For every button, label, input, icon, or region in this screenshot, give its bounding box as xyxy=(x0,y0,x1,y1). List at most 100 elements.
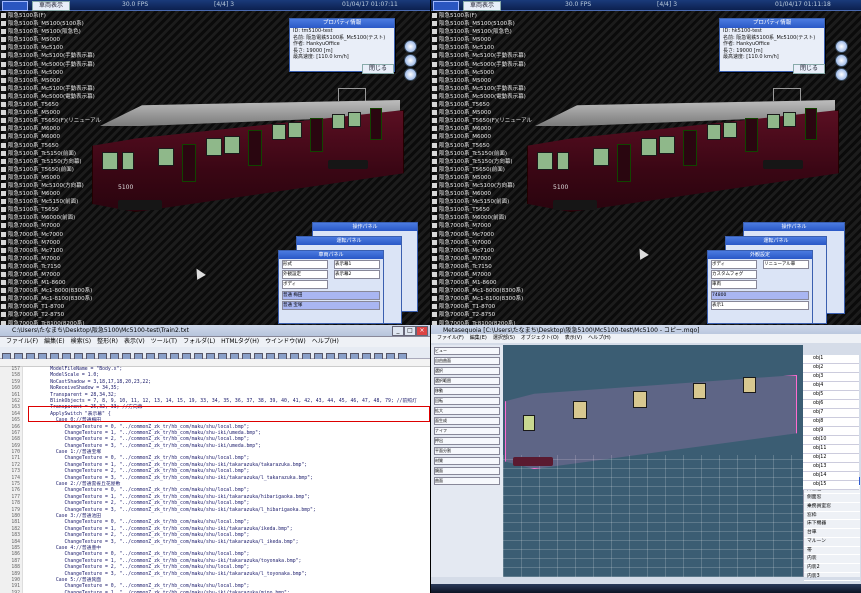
tree-item[interactable]: 阪急7000系_M7000 xyxy=(432,271,532,279)
tool-button[interactable]: 自由曲面 xyxy=(434,357,500,365)
layer-item[interactable]: obj3 xyxy=(803,373,859,382)
zoom-in-icon[interactable] xyxy=(835,40,848,53)
panel-option[interactable]: 外観設定 xyxy=(282,270,328,279)
tree-item[interactable]: 阪急5100系_M5000 xyxy=(432,36,532,44)
tree-item[interactable]: 阪急5100系_Mc5100(手動表示幕) xyxy=(432,85,532,93)
tree-item[interactable]: 阪急7000系_Mc1-8000(8300系) xyxy=(432,287,532,295)
layer-item[interactable]: obj10 xyxy=(803,436,859,445)
tab-vehicle-view[interactable]: 車両表示 xyxy=(32,1,71,11)
tree-item[interactable]: 阪急5100系_M5100(阪急色) xyxy=(1,28,101,36)
tree-item[interactable]: 阪急5100系_Mc5000(手動表示幕) xyxy=(432,61,532,69)
tree-item[interactable]: 阪急7000系_Tc7150 xyxy=(432,263,532,271)
tree-item[interactable]: 阪急5100系_Mc5150(前面) xyxy=(432,198,532,206)
material-item[interactable]: 床下機器 xyxy=(804,520,860,530)
tree-item[interactable]: 阪急5100系_Mc5100(手動表示幕) xyxy=(432,52,532,60)
3d-viewport[interactable] xyxy=(503,345,803,577)
layer-item[interactable]: obj7 xyxy=(803,409,859,418)
tree-item[interactable]: 阪急5100系_Mc5100(方向幕) xyxy=(1,182,101,190)
material-item[interactable]: 帯 xyxy=(804,547,860,556)
material-item[interactable]: 内装3 xyxy=(804,573,860,582)
layer-item[interactable]: obj13 xyxy=(803,463,859,472)
layer-item[interactable]: obj11 xyxy=(803,445,859,454)
tree-item[interactable]: 阪急5100系_T5650 xyxy=(432,142,532,150)
menu-item[interactable]: 検索(S) xyxy=(71,338,92,345)
tree-item[interactable]: 阪急5100系_M5000 xyxy=(1,77,101,85)
material-item[interactable]: 側面窓 xyxy=(804,494,860,504)
tool-button[interactable]: 移動 xyxy=(434,387,500,395)
material-item[interactable]: 窓枠 xyxy=(804,512,860,521)
tree-item[interactable]: 阪急5100系_Mc5100(手動表示幕) xyxy=(1,52,101,60)
tree-item[interactable]: 阪急7000系_T1-8700 xyxy=(1,303,101,311)
tree-item[interactable]: 阪急5100系_Mc5100(手動表示幕) xyxy=(1,85,101,93)
panel-option[interactable]: 表示幕1 xyxy=(334,260,380,269)
tool-button[interactable]: 回転 xyxy=(434,397,500,405)
destination-option[interactable]: 普通 宝塚 xyxy=(282,301,380,310)
tree-item[interactable]: 阪急7000系_T1-8700 xyxy=(432,303,532,311)
menu-item[interactable]: HTMLタグ(H) xyxy=(221,338,259,345)
tree-item[interactable]: 阪急5100系_M6000 xyxy=(1,190,101,198)
tree-item[interactable]: 阪急5100系_Mc5000(電動表示幕) xyxy=(1,93,101,101)
tree-item[interactable]: 阪急7000系_T2-8750 xyxy=(1,311,101,319)
panel-option[interactable]: ボディ xyxy=(711,260,757,269)
tree-item[interactable]: 阪急5100系_M5000 xyxy=(432,109,532,117)
tool-button[interactable]: 押出 xyxy=(434,437,500,445)
menu-item[interactable]: ファイル(F) xyxy=(437,335,464,341)
tree-item[interactable]: 阪急7000系_Mc7000 xyxy=(432,231,532,239)
tree-item[interactable]: 阪急5100系_T5650(F)(リニューアル車) xyxy=(1,117,101,125)
tree-item[interactable]: 阪急5100系_M5100(阪急色) xyxy=(432,28,532,36)
layer-item[interactable]: obj14 xyxy=(803,472,859,481)
menu-item[interactable]: ヘルプ(H) xyxy=(588,335,611,341)
tree-item[interactable]: 阪急5100系_M6000 xyxy=(1,133,101,141)
tree-item[interactable]: 阪急5100系_Mc5000(手動表示幕) xyxy=(1,61,101,69)
rotate-icon[interactable] xyxy=(835,68,848,81)
tree-item[interactable]: 阪急5100系_Mc5000 xyxy=(1,69,101,77)
tree-item[interactable]: 阪急5100系_Mc5100 xyxy=(1,44,101,52)
panel-option[interactable]: ボディ xyxy=(282,280,328,289)
zoom-out-icon[interactable] xyxy=(835,54,848,67)
tab-vehicle-view[interactable]: 車両表示 xyxy=(463,1,502,11)
layer-item[interactable]: obj15 xyxy=(803,481,859,490)
tree-item[interactable]: 阪急7000系_M7000 xyxy=(432,222,532,230)
tool-button[interactable]: 曲面 xyxy=(434,477,500,485)
tree-item[interactable]: 阪急5100系_M6000 xyxy=(1,125,101,133)
tree-item[interactable]: 阪急5100系_Tc5150(前面) xyxy=(1,150,101,158)
vehicle-panel[interactable]: 車両パネル 形式 外観設定 ボディ 表示幕1 表示幕2 普通 梅田 普通 宝塚 xyxy=(278,250,384,324)
tree-item[interactable]: 阪急5100系_T5650(F)(リニューアル車) xyxy=(432,117,532,125)
tree-item[interactable]: 阪急7000系_Mc7100 xyxy=(432,247,532,255)
tree-item[interactable]: 阪急7000系_M7000 xyxy=(1,255,101,263)
close-button[interactable]: 閉じる xyxy=(362,64,395,74)
tree-item[interactable]: 阪急5100系_T5650(前面) xyxy=(432,166,532,174)
tree-item[interactable]: 阪急5100系_M5000 xyxy=(432,174,532,182)
tree-item[interactable]: 阪急5100系_M6000(前面) xyxy=(1,214,101,222)
tree-item[interactable]: 阪急7000系_Mc7000 xyxy=(1,231,101,239)
tree-item[interactable]: 阪急5100系_M6000 xyxy=(432,133,532,141)
panel-option[interactable]: 車両 xyxy=(711,280,757,289)
tree-item[interactable]: 阪急5100系_M5100(5100系) xyxy=(432,20,532,28)
destination-option[interactable]: 普通 梅田 xyxy=(282,291,380,300)
tree-item[interactable]: 阪急5100系_Tc5150(方向幕) xyxy=(1,158,101,166)
maximize-button[interactable]: □ xyxy=(404,326,416,336)
tree-item[interactable]: 阪急7000系_Mc1-8100(8300系) xyxy=(1,295,101,303)
material-item[interactable]: 乗務員室窓 xyxy=(804,503,860,512)
layer-item[interactable]: obj9 xyxy=(803,427,859,436)
layer-item[interactable]: obj6 xyxy=(803,400,859,409)
tree-item[interactable]: 阪急5100系_M6000(前面) xyxy=(432,214,532,222)
tool-button[interactable]: 面生成 xyxy=(434,417,500,425)
menu-item[interactable]: 編集(E) xyxy=(470,335,487,341)
tree-item[interactable]: 阪急5100系_Mc5100 xyxy=(432,44,532,52)
menu-item[interactable]: 編集(E) xyxy=(44,338,64,345)
vehicle-tree[interactable]: 阪急5100系(F) 阪急5100系_M5100(5100系) 阪急5100系_M5… xyxy=(432,12,532,325)
tree-item[interactable]: 阪急7000系_M1-8600 xyxy=(1,279,101,287)
tree-item[interactable]: 阪急5100系_T5650 xyxy=(1,142,101,150)
tree-item[interactable]: 阪急7000系_M7000 xyxy=(1,239,101,247)
layer-item[interactable]: obj1 xyxy=(803,355,859,364)
code-area[interactable]: 157 ModelFileName = "Body.x"; 158 ModelSc… xyxy=(0,367,430,593)
panel-option[interactable]: カスタムフォグ xyxy=(711,270,757,279)
material-item[interactable]: 台車 xyxy=(804,529,860,538)
menu-item[interactable]: 表示(V) xyxy=(124,338,145,345)
menu-item[interactable]: オブジェクト(O) xyxy=(521,335,559,341)
tree-item[interactable]: 阪急5100系_M6000 xyxy=(432,125,532,133)
layer-item[interactable]: obj2 xyxy=(803,364,859,373)
tree-item[interactable]: 阪急5100系_Tc5150(前面) xyxy=(432,150,532,158)
layer-item[interactable]: obj12 xyxy=(803,454,859,463)
